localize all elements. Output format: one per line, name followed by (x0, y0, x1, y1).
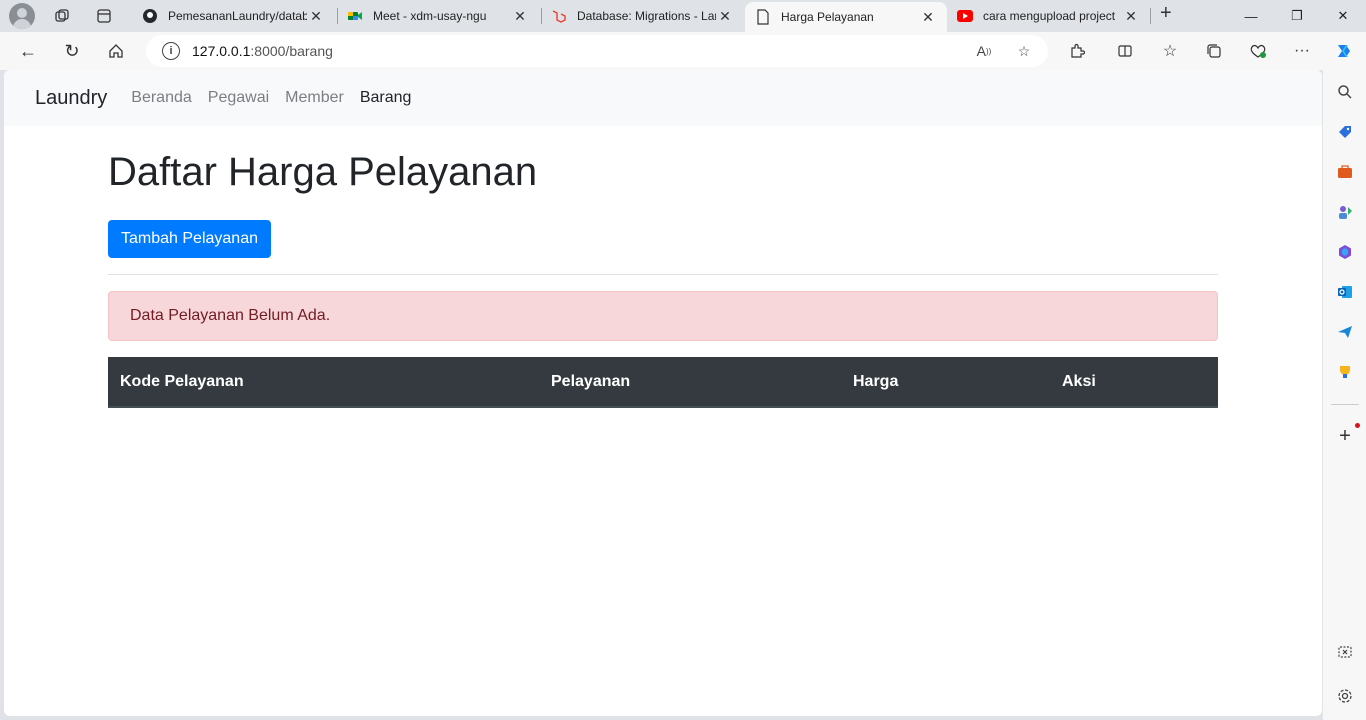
screenshot-icon[interactable] (1333, 640, 1357, 664)
restore-icon[interactable]: ❐ (1274, 0, 1320, 32)
tab-title: Database: Migrations - Lar (577, 9, 716, 23)
back-icon[interactable]: ← (14, 37, 42, 65)
github-icon (142, 8, 158, 24)
close-tab-icon[interactable]: ✕ (307, 8, 325, 25)
web-page: Laundry Beranda Pegawai Member Barang Da… (4, 70, 1322, 716)
add-sidebar-app-icon[interactable]: + (1333, 424, 1357, 448)
close-tab-icon[interactable]: ✕ (919, 9, 937, 26)
home-icon[interactable] (102, 37, 130, 65)
favorites-icon[interactable]: ☆ (1156, 37, 1184, 65)
games-icon[interactable] (1333, 200, 1357, 224)
extensions-icon[interactable] (1063, 37, 1091, 65)
new-tab-icon[interactable]: + (1160, 2, 1172, 25)
tab-title: cara mengupload project (983, 9, 1116, 23)
site-info-icon[interactable]: i (162, 42, 180, 60)
add-service-button[interactable]: Tambah Pelayanan (108, 220, 271, 258)
tab-laravel-docs[interactable]: Database: Migrations - Lar ✕ (541, 2, 744, 30)
divider (108, 274, 1218, 275)
tab-divider (1150, 8, 1151, 24)
main-container: Daftar Harga Pelayanan Tambah Pelayanan … (108, 126, 1218, 408)
address-bar[interactable]: i 127.0.0.1:8000/barang A)) ☆ (146, 35, 1048, 67)
close-tab-icon[interactable]: ✕ (716, 8, 734, 25)
nav-link-beranda[interactable]: Beranda (131, 89, 192, 107)
tab-strip: PemesananLaundry/datab ✕ Meet - xdm-usay… (0, 0, 1366, 32)
site-navbar: Laundry Beranda Pegawai Member Barang (4, 70, 1322, 126)
page-title: Daftar Harga Pelayanan (108, 150, 538, 194)
column-header-pelayanan: Pelayanan (551, 372, 631, 390)
nav-link-member[interactable]: Member (285, 89, 344, 107)
close-window-icon[interactable]: ✕ (1320, 0, 1366, 32)
tab-title: Meet - xdm-usay-ngu (373, 9, 487, 23)
column-header-harga: Harga (853, 372, 899, 390)
close-tab-icon[interactable]: ✕ (1122, 8, 1140, 25)
collections-icon[interactable] (1200, 37, 1228, 65)
copilot-icon[interactable] (1330, 37, 1358, 65)
refresh-icon[interactable]: ↻ (58, 37, 86, 65)
profile-avatar[interactable] (9, 3, 35, 29)
notification-dot (1355, 423, 1360, 428)
services-table-header: Kode Pelayanan Pelayanan Harga Aksi (108, 357, 1218, 408)
split-screen-icon[interactable] (1111, 37, 1139, 65)
browser-toolbar: ← ↻ i 127.0.0.1:8000/barang A)) ☆ ☆ ··· (0, 32, 1366, 70)
shopping-tag-icon[interactable] (1333, 120, 1357, 144)
search-icon[interactable] (1333, 80, 1357, 104)
outlook-icon[interactable] (1333, 280, 1357, 304)
rewards-trophy-icon[interactable] (1333, 360, 1357, 384)
settings-gear-icon[interactable] (1333, 684, 1357, 708)
laravel-icon (551, 8, 567, 24)
microsoft365-icon[interactable] (1333, 240, 1357, 264)
more-menu-icon[interactable]: ··· (1288, 37, 1316, 65)
browser-essentials-icon[interactable] (1244, 37, 1272, 65)
edge-sidebar: + (1322, 70, 1366, 720)
tools-briefcase-icon[interactable] (1333, 160, 1357, 184)
read-aloud-icon[interactable]: A)) (974, 41, 994, 61)
sidebar-divider (1331, 404, 1359, 405)
meet-icon (347, 8, 363, 24)
close-tab-icon[interactable]: ✕ (511, 8, 529, 25)
favorite-star-icon[interactable]: ☆ (1014, 41, 1034, 61)
nav-link-barang[interactable]: Barang (360, 89, 412, 107)
column-header-kode: Kode Pelayanan (120, 372, 244, 390)
navbar-brand[interactable]: Laundry (35, 87, 107, 110)
url-text: 127.0.0.1:8000/barang (192, 43, 333, 59)
tab-youtube[interactable]: cara mengupload project ✕ (947, 2, 1150, 30)
youtube-icon (957, 8, 973, 24)
nav-link-pegawai[interactable]: Pegawai (208, 89, 269, 107)
column-header-aksi: Aksi (1062, 372, 1096, 390)
tab-github[interactable]: PemesananLaundry/datab ✕ (132, 2, 335, 30)
workspaces-icon[interactable] (48, 2, 76, 30)
tab-title: Harga Pelayanan (781, 10, 874, 24)
tab-title: PemesananLaundry/datab (168, 9, 307, 23)
send-icon[interactable] (1333, 320, 1357, 344)
tab-harga-pelayanan[interactable]: Harga Pelayanan ✕ (745, 2, 947, 32)
empty-data-alert: Data Pelayanan Belum Ada. (108, 291, 1218, 341)
minimize-icon[interactable]: — (1228, 0, 1274, 32)
page-icon (755, 9, 771, 25)
tab-actions-icon[interactable] (90, 2, 118, 30)
tab-meet[interactable]: Meet - xdm-usay-ngu ✕ (337, 2, 539, 30)
